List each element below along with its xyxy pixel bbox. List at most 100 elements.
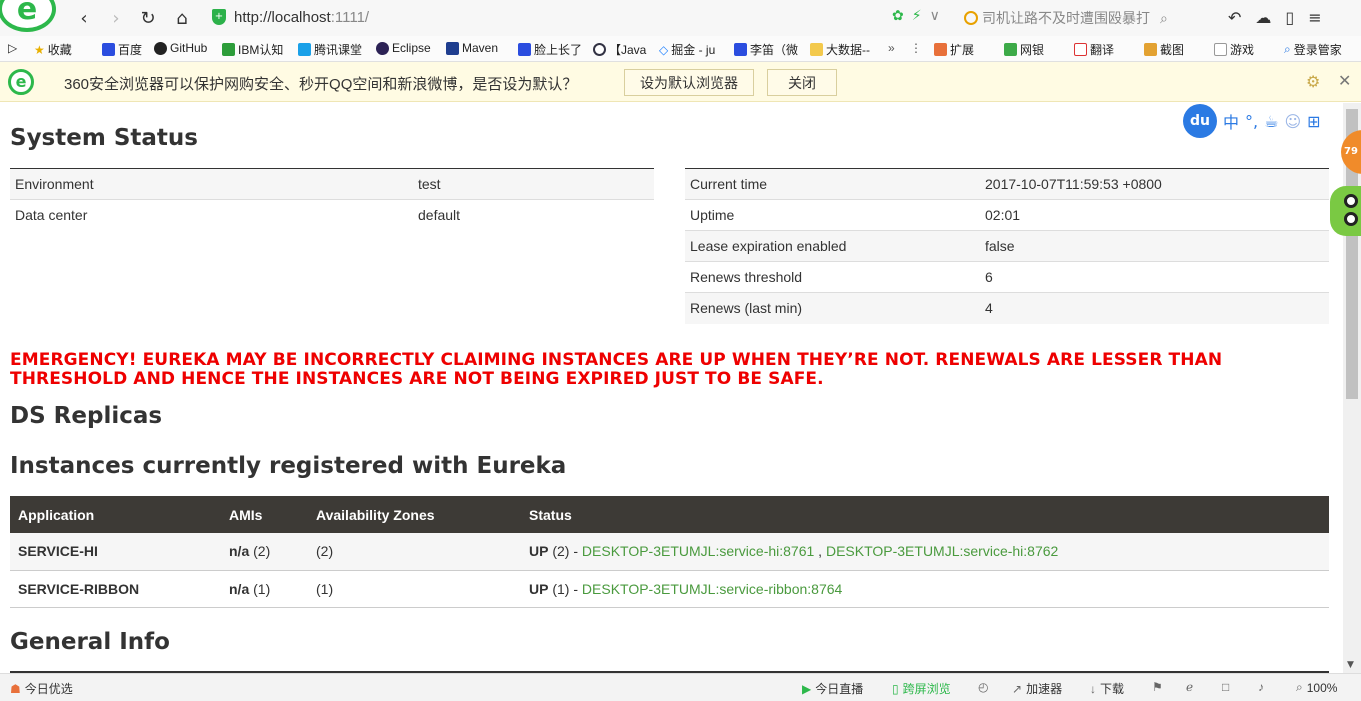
- bookmark-baidu[interactable]: 百度: [102, 41, 142, 58]
- cloud-icon[interactable]: ☁: [1255, 8, 1271, 27]
- baidu-input-icon[interactable]: du: [1183, 104, 1217, 138]
- status-label: 今日直播: [815, 682, 864, 696]
- flag-icon[interactable]: ⚑: [1152, 680, 1163, 694]
- search-placeholder: 司机让路不及时遭围殴暴打: [982, 10, 1150, 26]
- bookmark-label: 大数据--: [826, 43, 870, 57]
- close-icon[interactable]: ✕: [1338, 71, 1351, 90]
- volume-icon[interactable]: ♪: [1258, 680, 1264, 694]
- table-row: Uptime 02:01: [685, 199, 1329, 231]
- bookmark-label: 李笛（微: [750, 43, 799, 57]
- window-icon[interactable]: □: [1222, 680, 1229, 694]
- sidebar-toggle-icon[interactable]: ▷: [8, 41, 17, 55]
- browser-logo-icon: e: [8, 69, 34, 95]
- bookmark-juejin[interactable]: ◇ 掘金 - ju: [659, 41, 715, 58]
- instance-link[interactable]: DESKTOP-3ETUMJL:service-hi:8761: [582, 543, 814, 559]
- status-label: 今日优选: [24, 682, 73, 696]
- home-icon[interactable]: ⌂: [170, 6, 194, 30]
- daily-picks-button[interactable]: ☗ 今日优选: [10, 680, 73, 697]
- more-bookmarks-icon[interactable]: »: [888, 41, 895, 55]
- games-button[interactable]: 游戏: [1214, 41, 1254, 58]
- chinese-mode-icon[interactable]: 中: [1223, 109, 1239, 133]
- punctuation-icon[interactable]: °,: [1245, 112, 1258, 131]
- dropdown-icon[interactable]: ∨: [930, 8, 940, 24]
- table-value: 6: [980, 261, 1329, 293]
- bookmark-label: 百度: [118, 43, 143, 57]
- notification-close-button[interactable]: 关闭: [767, 69, 837, 96]
- bookmarks-bar: ▷ ★ 收藏 百度 GitHub IBM认知 腾讯课堂 Eclipse Maven…: [0, 36, 1361, 62]
- browser-logo-icon[interactable]: e: [0, 0, 56, 32]
- table-key: Renews threshold: [685, 261, 980, 293]
- table-key: Lease expiration enabled: [685, 230, 980, 262]
- ebank-button[interactable]: 网银: [1004, 41, 1044, 58]
- bookmark-maven[interactable]: Maven: [446, 41, 498, 55]
- bookmark-label: 扩展: [950, 43, 975, 57]
- address-bar[interactable]: http://localhost:1111/: [234, 9, 369, 26]
- extensions-button[interactable]: 扩展: [934, 41, 974, 58]
- speedup-icon[interactable]: ✿: [892, 8, 904, 24]
- application-name: SERVICE-RIBBON: [10, 570, 221, 608]
- set-default-button[interactable]: 设为默认浏览器: [624, 69, 754, 96]
- globe-icon: [593, 43, 606, 56]
- ami-count: (2): [253, 543, 271, 560]
- ds-replicas-title: DS Replicas: [10, 403, 163, 429]
- play-icon: ▶: [802, 681, 812, 696]
- bookmark-eclipse[interactable]: Eclipse: [376, 41, 431, 55]
- bookmark-lidi[interactable]: 李笛（微: [734, 41, 798, 58]
- search-icon[interactable]: ⌕: [1160, 10, 1168, 27]
- url-port: :1111/: [330, 9, 370, 26]
- gear-icon[interactable]: ⚙: [1306, 72, 1320, 91]
- phone-icon[interactable]: ▯: [1285, 8, 1294, 27]
- ibm-icon: [222, 43, 235, 56]
- scissors-icon: [1144, 43, 1157, 56]
- zoom-level: 100%: [1306, 680, 1338, 695]
- bookmark-ibm[interactable]: IBM认知: [222, 41, 283, 58]
- screenshot-button[interactable]: 截图: [1144, 41, 1184, 58]
- shield-icon: [1004, 43, 1017, 56]
- instance-link[interactable]: DESKTOP-3ETUMJL:service-hi:8762: [826, 543, 1058, 559]
- scroll-down-icon[interactable]: ▼: [1347, 660, 1354, 670]
- table-row: SERVICE-HI n/a (2) (2) UP (2) - DESKTOP-…: [10, 533, 1329, 571]
- refresh-icon[interactable]: ↻: [136, 6, 160, 30]
- bookmark-label: 截图: [1160, 43, 1185, 57]
- bookmark-bigdata[interactable]: 大数据--: [810, 41, 870, 58]
- security-shield-icon[interactable]: +: [212, 9, 226, 25]
- table-value: default: [413, 199, 654, 231]
- download-button[interactable]: ↓ 下载: [1090, 680, 1124, 697]
- mascot-icon[interactable]: [1330, 186, 1361, 236]
- bookmark-favorites[interactable]: ★ 收藏: [34, 41, 72, 58]
- ie-icon[interactable]: ℯ: [1186, 680, 1193, 694]
- undo-icon[interactable]: ↶: [1228, 8, 1241, 27]
- speed-icon[interactable]: ◴: [978, 680, 988, 694]
- environment-table: Environment test Data center default: [10, 168, 654, 231]
- star-icon: ★: [34, 42, 45, 57]
- ami-count: (1): [253, 580, 271, 597]
- translate-icon: [1074, 43, 1087, 56]
- bookmark-java[interactable]: 【Java: [593, 41, 646, 58]
- lightning-icon[interactable]: ⚡: [912, 8, 922, 24]
- more-vertical-icon[interactable]: ⋮: [910, 41, 922, 55]
- user-icon[interactable]: ☺: [1284, 112, 1301, 131]
- bookmark-label: 登录管家: [1293, 43, 1342, 57]
- table-header-row: Application AMIs Availability Zones Stat…: [10, 496, 1329, 533]
- notification-text: 360安全浏览器可以保护网购安全、秒开QQ空间和新浪微博，是否设为默认？: [64, 76, 578, 93]
- cross-screen-button[interactable]: ▯ 跨屏浏览: [892, 680, 951, 697]
- tencent-icon: [298, 43, 311, 56]
- back-icon[interactable]: ‹: [72, 6, 96, 30]
- menu-icon[interactable]: ≡: [1308, 8, 1321, 27]
- bookmark-tencent-class[interactable]: 腾讯课堂: [298, 41, 362, 58]
- zoom-control[interactable]: ⌕ 100%: [1296, 680, 1337, 695]
- login-manager-button[interactable]: ⌕ 登录管家: [1284, 41, 1342, 58]
- live-button[interactable]: ▶ 今日直播: [802, 680, 863, 697]
- accelerator-button[interactable]: ↗ 加速器: [1012, 680, 1062, 697]
- grid-icon[interactable]: ⊞: [1307, 112, 1320, 131]
- cup-icon[interactable]: ☕: [1264, 112, 1278, 131]
- translate-button[interactable]: 翻译: [1074, 41, 1114, 58]
- toolbar-right-icons: ↶ ☁ ▯ ≡: [1228, 8, 1322, 27]
- status-label: 下载: [1100, 682, 1125, 696]
- search-input[interactable]: 司机让路不及时遭围殴暴打 ⌕: [964, 7, 1214, 29]
- instance-link[interactable]: DESKTOP-3ETUMJL:service-ribbon:8764: [582, 581, 842, 597]
- bookmark-github[interactable]: GitHub: [154, 41, 207, 55]
- ami-cell: n/a (2): [221, 533, 308, 571]
- bookmark-face[interactable]: 脸上长了: [518, 41, 582, 58]
- forward-icon[interactable]: ›: [104, 6, 128, 30]
